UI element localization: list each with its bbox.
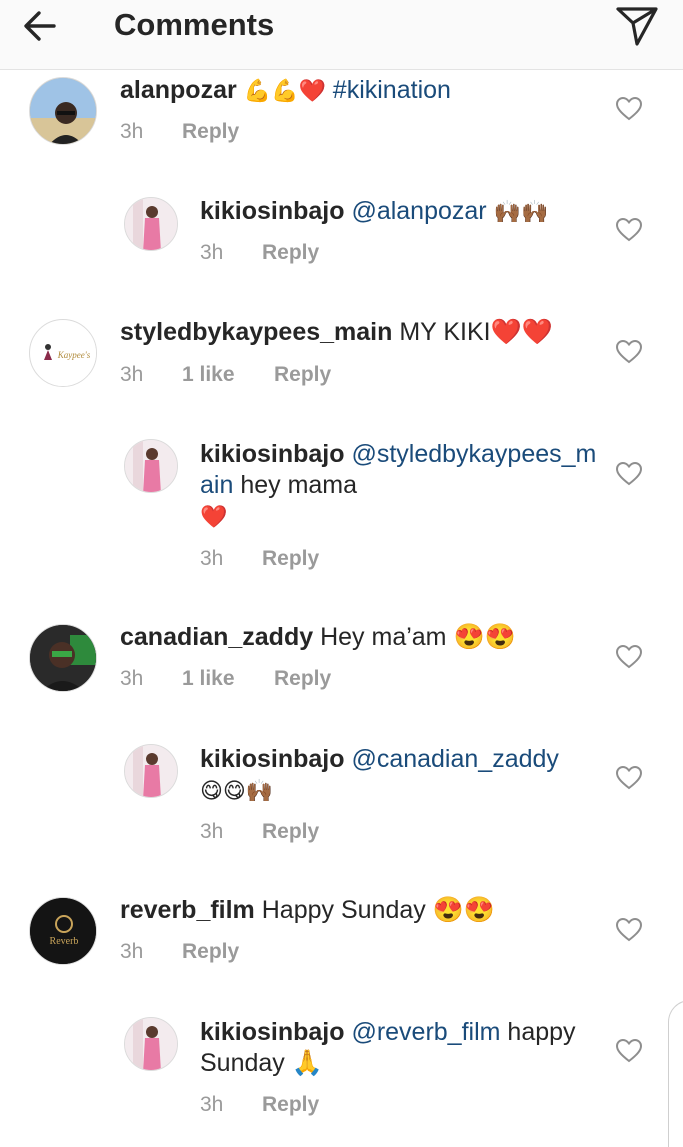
comment-body: MY KIKI❤️❤️ [399,318,553,346]
reply-body: 🙌🏾🙌🏾 [493,200,549,225]
reply-body-emoji: ❤️ [200,505,228,530]
heart-icon[interactable] [616,645,642,669]
avatar[interactable]: Kaypee's [29,319,97,387]
comment-username[interactable]: alanpozar [120,76,237,104]
brand-logo-icon: Reverb [30,898,96,964]
heart-icon[interactable] [616,462,642,486]
comment-time: 3h [120,120,144,143]
user-photo-icon [125,198,177,250]
like-count[interactable]: 1 like [182,363,274,387]
avatar[interactable] [124,197,178,251]
heart-icon[interactable] [616,218,642,242]
reply-button[interactable]: Reply [274,363,331,387]
comment-time: 3h [120,363,144,386]
user-photo-icon [30,625,96,691]
like-count[interactable]: 1 like [182,667,274,691]
avatar[interactable]: Reverb [29,897,97,965]
comment-time: 3h [200,1093,224,1116]
brand-logo-icon: Kaypee's [31,321,96,386]
overscroll-edge [668,1000,683,1147]
mention-link[interactable]: @reverb_film [351,1018,500,1046]
hashtag-link[interactable]: #kikination [333,76,451,104]
header-bar: Comments [0,0,683,70]
reply-button[interactable]: Reply [262,547,319,571]
avatar[interactable] [29,77,97,145]
reply-username[interactable]: kikiosinbajo [200,197,344,225]
comment-body: 💪💪❤️ [243,79,326,104]
reply-username[interactable]: kikiosinbajo [200,1018,344,1046]
back-button[interactable] [22,6,72,46]
reply-button[interactable]: Reply [262,820,319,844]
heart-icon[interactable] [616,97,642,121]
comment-time: 3h [200,820,224,843]
paper-plane-icon [616,7,658,46]
reply-body: 😋😋🙌🏾 [200,779,274,804]
brand-logo-text: Reverb [50,936,79,947]
avatar[interactable] [124,1017,178,1071]
mention-link[interactable]: @canadian_zaddy [351,745,558,773]
heart-icon[interactable] [616,918,642,942]
heart-icon[interactable] [616,340,642,364]
reply-button[interactable]: Reply [262,241,319,265]
comment-time: 3h [120,667,144,690]
heart-icon[interactable] [616,766,642,790]
reply-button[interactable]: Reply [182,120,239,144]
comment-body: Happy Sunday 😍😍 [261,896,495,924]
user-photo-icon [125,440,177,492]
comment-username[interactable]: canadian_zaddy [120,623,313,651]
comment-time: 3h [120,940,144,963]
mention-link[interactable]: @alanpozar [351,197,486,225]
user-photo-icon [30,78,96,144]
arrow-left-icon [24,11,56,41]
reply-username[interactable]: kikiosinbajo [200,440,344,468]
user-photo-icon [125,745,177,797]
comment-username[interactable]: styledbykaypees_main [120,318,392,346]
reply-body: hey mama [240,471,358,499]
comment-username[interactable]: reverb_film [120,896,255,924]
avatar[interactable] [124,744,178,798]
page-title: Comments [114,7,275,42]
avatar[interactable] [29,624,97,692]
reply-username[interactable]: kikiosinbajo [200,745,344,773]
comment-time: 3h [200,547,224,570]
comment-body: Hey ma’am 😍😍 [320,623,516,651]
reply-button[interactable]: Reply [182,940,239,964]
brand-logo-text: Kaypee's [57,350,91,360]
share-button[interactable] [612,2,662,48]
user-photo-icon [125,1018,177,1070]
heart-icon[interactable] [616,1039,642,1063]
comment-time: 3h [200,241,224,264]
reply-button[interactable]: Reply [274,667,331,691]
avatar[interactable] [124,439,178,493]
reply-button[interactable]: Reply [262,1093,319,1117]
